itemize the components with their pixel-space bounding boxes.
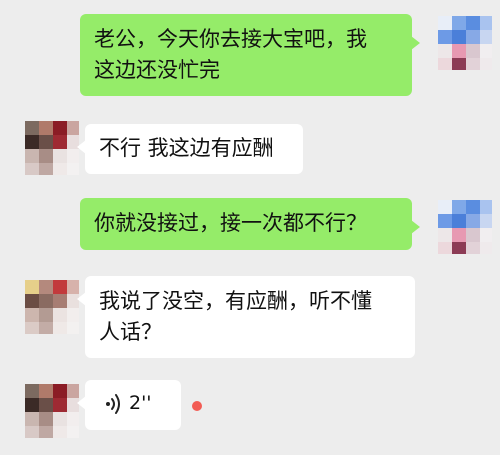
contact-avatar[interactable]	[25, 384, 79, 438]
message-text: 我说了没空，有应酬，听不懂 人话？	[99, 289, 372, 344]
my-avatar[interactable]	[438, 16, 492, 70]
voice-message-bubble[interactable]: 2''	[77, 380, 181, 430]
message-text: 老公，今天你去接大宝吧，我 这边还没忙完	[94, 27, 367, 82]
message-bubble-received[interactable]: 不行 我这边有应酬	[77, 124, 303, 174]
unread-indicator	[192, 401, 202, 411]
my-avatar[interactable]	[438, 200, 492, 254]
contact-avatar[interactable]	[25, 280, 79, 334]
message-bubble-received[interactable]: 我说了没空，有应酬，听不懂 人话？	[77, 276, 415, 358]
voice-duration: 2''	[129, 392, 152, 414]
message-bubble-sent[interactable]: 你就没接过，接一次都不行？	[80, 198, 420, 250]
message-bubble-sent[interactable]: 老公，今天你去接大宝吧，我 这边还没忙完	[80, 14, 420, 96]
voice-wave-icon	[106, 394, 120, 414]
message-text: 不行 我这边有应酬	[99, 136, 274, 160]
message-text: 你就没接过，接一次都不行？	[94, 211, 367, 235]
contact-avatar[interactable]	[25, 121, 79, 175]
